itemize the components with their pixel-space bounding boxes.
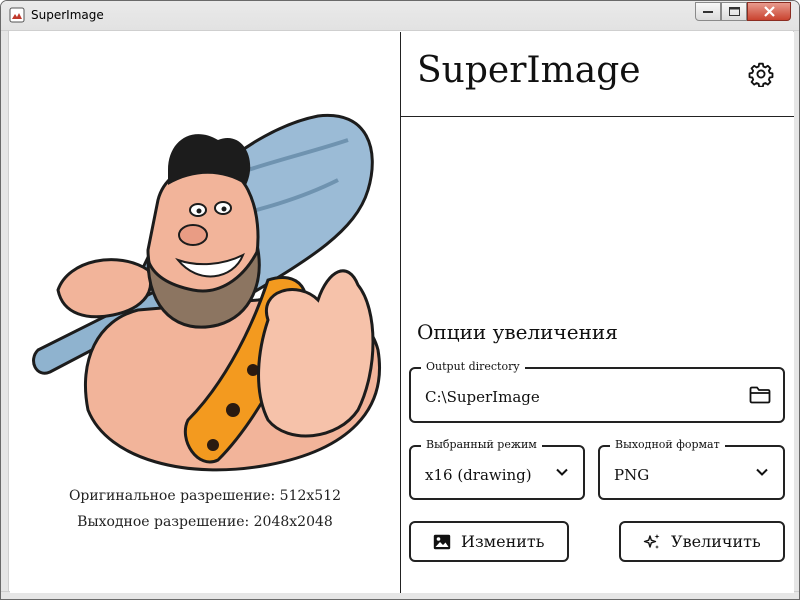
preview-pane: Оригинальное разрешение: 512x512 Выходно… <box>10 32 400 593</box>
window-controls <box>695 2 791 21</box>
folder-icon[interactable] <box>749 386 771 404</box>
maximize-button[interactable] <box>721 2 747 21</box>
sparkles-icon <box>643 533 660 549</box>
image-icon <box>433 534 451 549</box>
close-icon <box>763 6 775 17</box>
output-directory-label: Output directory <box>421 360 525 373</box>
minimize-icon <box>703 10 713 13</box>
format-value: PNG <box>614 466 650 484</box>
edit-button-label: Изменить <box>461 532 545 551</box>
app-window: SuperImage Оригинальное разрешение: 512x… <box>0 0 800 600</box>
page-title: SuperImage <box>417 50 641 91</box>
mode-select[interactable]: Выбранный режим x16 (drawing) <box>409 438 585 500</box>
header-divider <box>401 116 794 117</box>
minimize-button[interactable] <box>695 2 721 21</box>
image-preview[interactable] <box>18 110 390 482</box>
chevron-down-icon <box>556 468 568 476</box>
gear-icon[interactable] <box>748 61 774 87</box>
window-frame-left <box>1 31 9 599</box>
mode-value: x16 (drawing) <box>425 466 532 484</box>
title-bar[interactable]: SuperImage <box>1 1 799 31</box>
mode-label: Выбранный режим <box>421 438 542 451</box>
window-title: SuperImage <box>31 8 104 22</box>
edit-button[interactable]: Изменить <box>409 521 569 562</box>
app-icon <box>9 7 25 23</box>
original-resolution: Оригинальное разрешение: 512x512 <box>68 488 342 504</box>
output-directory-field[interactable]: Output directory C:\SuperImage <box>409 360 785 423</box>
format-label: Выходной формат <box>610 438 725 451</box>
close-button[interactable] <box>747 2 791 21</box>
options-pane: SuperImage Опции увеличения Output direc… <box>401 32 794 593</box>
output-directory-value: C:\SuperImage <box>425 388 540 406</box>
upscale-button-label: Увеличить <box>671 532 761 551</box>
section-title: Опции увеличения <box>417 320 618 344</box>
maximize-icon <box>728 7 740 16</box>
upscale-button[interactable]: Увеличить <box>619 521 785 562</box>
output-resolution: Выходное разрешение: 2048x2048 <box>77 514 333 530</box>
chevron-down-icon <box>756 468 768 476</box>
format-select[interactable]: Выходной формат PNG <box>598 438 785 500</box>
